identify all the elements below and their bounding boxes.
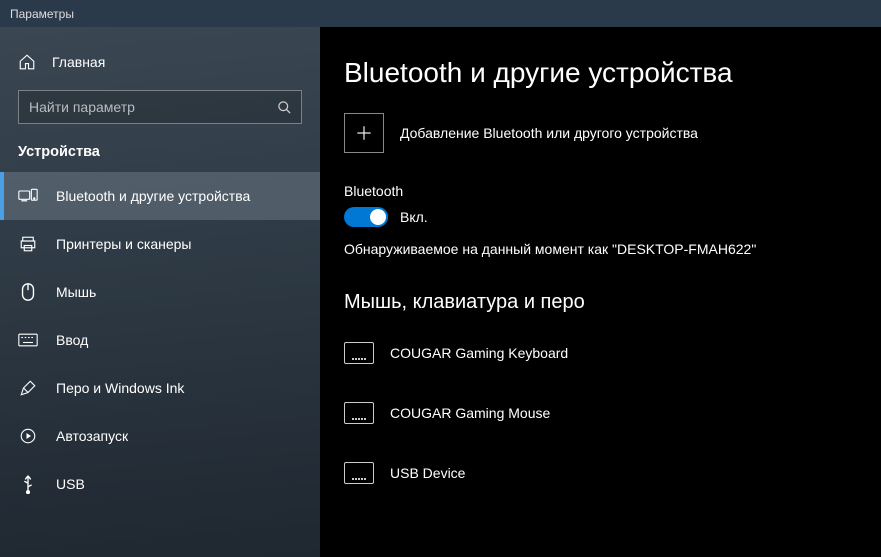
discoverable-text: Обнаруживаемое на данный момент как "DES…	[344, 241, 881, 257]
search-icon	[267, 100, 301, 115]
titlebar: Параметры	[0, 0, 881, 27]
pen-icon	[18, 379, 38, 397]
nav-item-autoplay[interactable]: Автозапуск	[0, 412, 320, 460]
nav-item-printers[interactable]: Принтеры и сканеры	[0, 220, 320, 268]
device-item[interactable]: COUGAR Gaming Mouse	[344, 388, 881, 438]
home-icon	[18, 53, 36, 71]
device-label: COUGAR Gaming Keyboard	[390, 345, 568, 361]
nav-item-bluetooth[interactable]: Bluetooth и другие устройства	[0, 172, 320, 220]
nav-label: Принтеры и сканеры	[56, 236, 191, 252]
mouse-icon	[18, 282, 38, 302]
keyboard-device-icon	[344, 462, 374, 484]
nav-label: Перо и Windows Ink	[56, 380, 184, 396]
bluetooth-section-label: Bluetooth	[344, 183, 881, 199]
nav-list: Bluetooth и другие устройства Принтеры и…	[0, 172, 320, 508]
sidebar: Главная Устройства Bluetooth и другие ус…	[0, 27, 320, 557]
nav-item-mouse[interactable]: Мышь	[0, 268, 320, 316]
keyboard-device-icon	[344, 342, 374, 364]
home-label: Главная	[52, 54, 105, 70]
devices-icon	[18, 188, 38, 204]
autoplay-icon	[18, 427, 38, 445]
printer-icon	[18, 235, 38, 253]
search-input[interactable]	[19, 99, 267, 115]
nav-label: Автозапуск	[56, 428, 128, 444]
main-panel: Bluetooth и другие устройства Добавление…	[320, 27, 881, 557]
nav-item-pen[interactable]: Перо и Windows Ink	[0, 364, 320, 412]
device-item[interactable]: COUGAR Gaming Keyboard	[344, 328, 881, 378]
home-button[interactable]: Главная	[0, 42, 320, 82]
section-title: Устройства	[0, 136, 320, 172]
window-title: Параметры	[10, 7, 74, 21]
usb-icon	[18, 474, 38, 494]
add-device-button[interactable]: Добавление Bluetooth или другого устройс…	[344, 113, 881, 153]
bluetooth-toggle[interactable]	[344, 207, 388, 227]
nav-item-usb[interactable]: USB	[0, 460, 320, 508]
device-label: USB Device	[390, 465, 465, 481]
device-label: COUGAR Gaming Mouse	[390, 405, 550, 421]
nav-label: USB	[56, 476, 85, 492]
device-category-title: Мышь, клавиатура и перо	[344, 291, 881, 314]
nav-label: Мышь	[56, 284, 96, 300]
toggle-state-label: Вкл.	[400, 209, 428, 225]
search-input-wrap[interactable]	[18, 90, 302, 124]
nav-label: Ввод	[56, 332, 88, 348]
device-item[interactable]: USB Device	[344, 448, 881, 498]
nav-item-typing[interactable]: Ввод	[0, 316, 320, 364]
page-title: Bluetooth и другие устройства	[344, 57, 881, 89]
keyboard-device-icon	[344, 402, 374, 424]
add-device-label: Добавление Bluetooth или другого устройс…	[400, 125, 698, 141]
nav-label: Bluetooth и другие устройства	[56, 188, 250, 204]
plus-icon	[344, 113, 384, 153]
keyboard-icon	[18, 333, 38, 347]
